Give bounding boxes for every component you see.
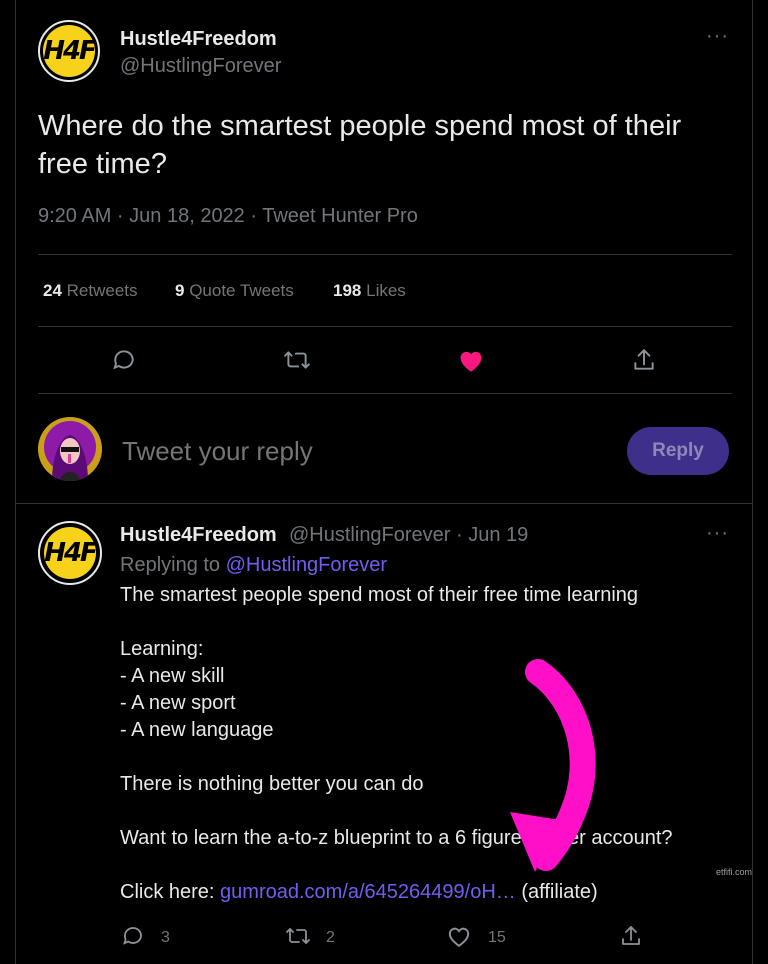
author-display-name[interactable]: Hustle4Freedom	[120, 28, 277, 51]
reply-text-line: - A new language	[120, 719, 274, 741]
reply-text-line: - A new sport	[120, 692, 236, 714]
watermark: etfifi.com	[716, 867, 753, 877]
avatar-logo: H4F	[44, 527, 98, 579]
reply-input[interactable]	[122, 436, 602, 467]
retweet-icon[interactable]	[281, 344, 313, 376]
share-icon[interactable]	[617, 922, 645, 950]
tweet-text: Where do the smartest people spend most …	[38, 110, 682, 180]
quotes-count: 9	[175, 281, 185, 300]
quotes-label: Quote Tweets	[189, 281, 294, 300]
avatar-logo: H4F	[43, 25, 97, 77]
likes-count: 198	[333, 281, 362, 300]
reply-link-line: Click here: gumroad.com/a/645264499/oH… …	[120, 881, 598, 904]
reply-author-display-name[interactable]: Hustle4Freedom	[120, 524, 277, 547]
reply-text-line: Learning:	[120, 638, 204, 660]
share-icon[interactable]	[628, 344, 660, 376]
reply-count: 3	[161, 929, 170, 946]
divider	[38, 254, 732, 255]
retweets-count: 24	[43, 281, 62, 300]
user-avatar[interactable]	[38, 417, 102, 481]
replying-to-handle[interactable]: @HustlingForever	[226, 554, 387, 576]
like-icon[interactable]	[455, 344, 487, 376]
reply-text-line: The smartest people spend most of their …	[120, 584, 639, 606]
quote-tweets-stat[interactable]: 9 Quote Tweets	[175, 281, 294, 301]
reply-text-line: Want to learn the a-to-z blueprint to a …	[120, 827, 673, 849]
retweet-count: 2	[326, 929, 335, 946]
author-avatar[interactable]: H4F	[38, 20, 100, 82]
retweet-icon[interactable]	[284, 922, 312, 950]
reply-icon[interactable]	[108, 344, 140, 376]
replying-to: Replying to @HustlingForever	[120, 554, 387, 577]
retweets-stat[interactable]: 24 Retweets	[43, 281, 138, 301]
reply-author-handle-time[interactable]: @HustlingForever · Jun 19	[289, 524, 528, 547]
reply-text-line: - A new skill	[120, 665, 225, 687]
divider	[16, 503, 752, 504]
divider	[38, 393, 732, 394]
like-count: 15	[488, 929, 506, 946]
replying-to-prefix: Replying to	[120, 554, 221, 576]
likes-label: Likes	[366, 281, 406, 300]
divider	[38, 326, 732, 327]
reply-icon[interactable]	[119, 922, 147, 950]
gumroad-link[interactable]: gumroad.com/a/645264499/oH…	[220, 881, 516, 903]
author-handle[interactable]: @HustlingForever	[120, 55, 281, 78]
more-options-icon[interactable]: ···	[706, 25, 729, 48]
affiliate-label: (affiliate)	[521, 881, 598, 903]
likes-stat[interactable]: 198 Likes	[333, 281, 406, 301]
retweets-label: Retweets	[66, 281, 138, 300]
more-options-icon[interactable]: ···	[706, 522, 729, 545]
tweet-meta[interactable]: 9:20 AM · Jun 18, 2022 · Tweet Hunter Pr…	[38, 205, 418, 228]
reply-text-line: There is nothing better you can do	[120, 773, 424, 795]
click-here-label: Click here:	[120, 881, 215, 903]
like-outline-icon[interactable]	[445, 922, 473, 950]
reply-author-avatar[interactable]: H4F	[38, 521, 102, 585]
reply-button[interactable]: Reply	[627, 427, 729, 475]
